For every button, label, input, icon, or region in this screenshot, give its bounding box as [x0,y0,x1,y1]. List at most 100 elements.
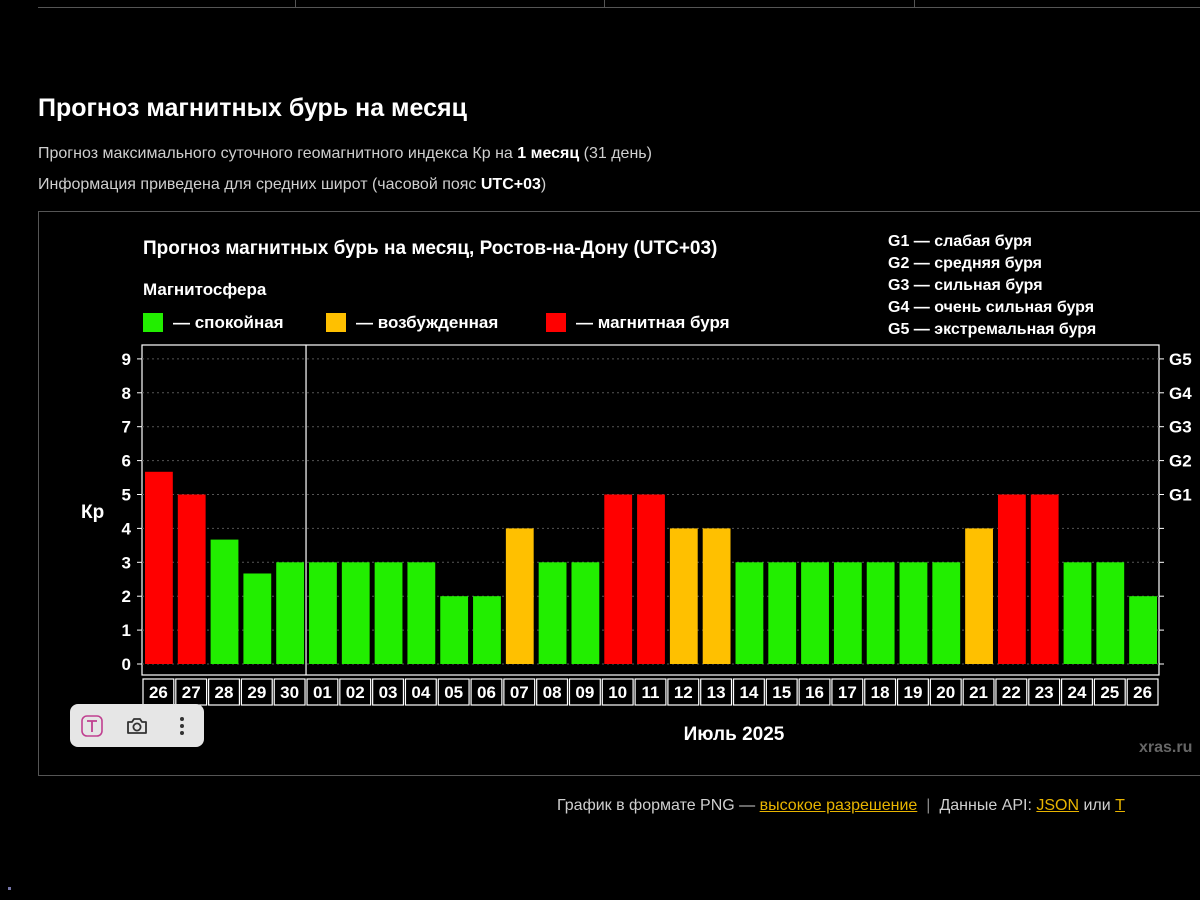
g-tick-label: G2 [1169,452,1192,471]
png-format-text: График в формате PNG — [557,797,760,814]
camera-icon [127,717,147,734]
bar [669,528,698,664]
chart-title: Прогноз магнитных бурь на месяц, Ростов-… [143,238,717,259]
x-tick-label: 30 [280,683,299,702]
x-tick-label: 03 [379,683,398,702]
x-tick-label: 15 [772,683,791,702]
bar [473,596,501,664]
column-divider [604,0,605,8]
y-tick-label: 2 [122,587,131,606]
image-toolbar [70,704,204,747]
bar [538,562,567,664]
y-tick-label: 6 [122,452,131,471]
bar [833,562,862,664]
desc-text: Прогноз максимального суточного геомагни… [38,145,518,162]
footer-separator: | [926,797,931,814]
screenshot-button[interactable] [121,710,153,742]
x-tick-label: 14 [739,683,758,702]
page-title: Прогноз магнитных бурь на месяц [38,94,467,122]
x-tick-label: 20 [936,683,955,702]
bar [1129,596,1157,664]
g-scale-label: G5 — экстремальная буря [888,321,1096,338]
watermark-text: xras.ru [1139,739,1192,756]
g-scale-label: G1 — слабая буря [888,233,1032,250]
bar [997,494,1026,664]
text-select-button[interactable] [76,710,108,742]
y-tick-label: 5 [122,486,131,505]
x-tick-label: 11 [642,683,660,702]
x-tick-label: 17 [838,683,857,702]
column-divider [914,0,915,8]
x-tick-label: 21 [969,683,988,702]
bar [407,562,436,664]
x-tick-label: 24 [1068,683,1087,702]
y-tick-label: 4 [122,519,132,538]
x-tick-label: 19 [903,683,922,702]
g-tick-label: G3 [1169,418,1192,437]
legend-label: — спокойная [173,313,284,332]
desc-days: (31 день) [579,145,652,162]
or-text: или [1079,797,1116,814]
note-close: ) [540,176,547,193]
text-select-icon [81,714,104,737]
legend-title: Магнитосфера [143,280,267,299]
x-tick-label: 05 [444,683,463,702]
forecast-description: Прогноз максимального суточного геомагни… [38,145,652,163]
json-link[interactable]: JSON [1036,797,1079,814]
more-button[interactable] [166,710,198,742]
bar [505,528,534,664]
kp-forecast-chart: Прогноз магнитных бурь на месяц, Ростов-… [38,211,1200,776]
more-vertical-icon [179,716,184,735]
timezone-label: UTC+03 [480,176,541,193]
bar [374,562,403,664]
x-tick-label: 26 [149,683,168,702]
legend-label: — возбужденная [356,313,498,332]
chart-footer: График в формате PNG — высокое разрешени… [557,797,1125,815]
x-tick-label: 13 [707,683,726,702]
desc-period: 1 месяц [517,145,580,162]
x-tick-label: 23 [1035,683,1054,702]
g-tick-label: G1 [1169,486,1192,505]
txt-link[interactable]: T [1115,797,1125,814]
x-tick-label: 04 [411,683,430,702]
bar [571,562,600,664]
y-axis-label: Кр [81,502,104,523]
bar [341,562,370,664]
y-tick-label: 0 [122,655,131,674]
bar [1030,494,1059,664]
bar [965,528,993,664]
top-table-edge [38,0,1200,8]
x-tick-label: 27 [182,683,201,702]
legend-swatch [326,313,346,332]
bar [276,562,305,664]
g-scale-label: G4 — очень сильная буря [888,299,1094,316]
bar [177,494,206,664]
y-tick-label: 1 [122,621,131,640]
x-tick-label: 18 [871,683,890,702]
x-tick-label: 12 [674,683,693,702]
note-text: Информация приведена для средних широт (… [38,176,481,193]
bar [735,562,764,664]
bar [604,494,633,664]
bar [309,562,337,664]
bar [210,539,239,664]
g-tick-label: G4 [1169,384,1192,403]
bar [440,596,469,664]
legend-swatch [546,313,566,332]
column-divider [295,0,296,8]
x-tick-label: 22 [1002,683,1021,702]
x-tick-label: 09 [575,683,594,702]
bar [801,562,829,664]
bar [1063,562,1092,664]
y-tick-label: 7 [122,418,131,437]
x-tick-label: 06 [477,683,496,702]
x-tick-label: 26 [1133,683,1152,702]
x-tick-label: 10 [608,683,627,702]
bar [702,528,731,664]
corner-artifact [8,887,11,890]
bar [243,573,272,664]
bar [637,494,665,664]
bar [899,562,928,664]
high-resolution-link[interactable]: высокое разрешение [760,797,918,814]
latitude-note: Информация приведена для средних широт (… [38,176,546,194]
